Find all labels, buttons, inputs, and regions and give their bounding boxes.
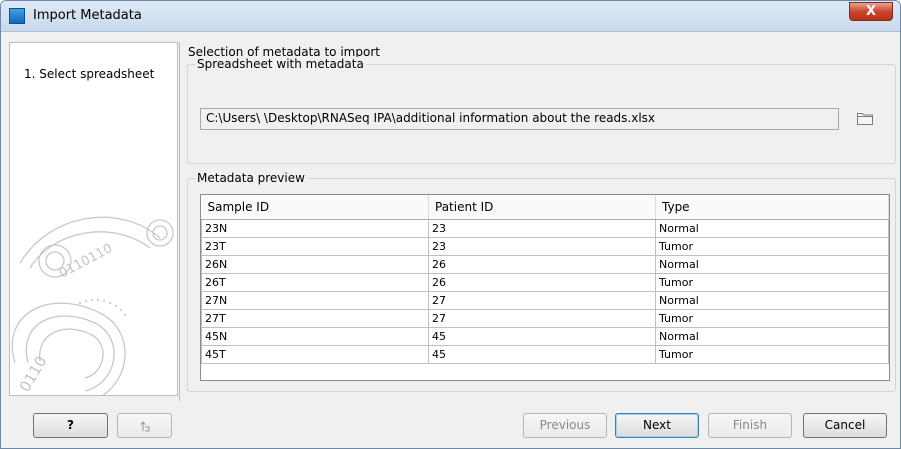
table-row[interactable]: 27T 27 Tumor bbox=[201, 309, 889, 328]
table-cell: Tumor bbox=[655, 309, 889, 328]
table-row[interactable]: 45N 45 Normal bbox=[201, 327, 889, 346]
table-cell: 27 bbox=[428, 291, 656, 310]
metadata-preview-table: Sample ID Patient ID Type 23N 23 Normal … bbox=[200, 194, 890, 381]
table-cell: 23N bbox=[201, 219, 429, 238]
cancel-button[interactable]: Cancel bbox=[803, 413, 887, 438]
table-row[interactable]: 26N 26 Normal bbox=[201, 255, 889, 274]
table-cell: Tumor bbox=[655, 237, 889, 256]
table-cell: 45 bbox=[428, 345, 656, 364]
restore-defaults-button[interactable] bbox=[117, 413, 172, 438]
main-panel: Selection of metadata to import Spreadsh… bbox=[179, 42, 900, 401]
next-button[interactable]: Next bbox=[615, 413, 699, 438]
table-cell: 26 bbox=[428, 255, 656, 274]
table-cell: 45 bbox=[428, 327, 656, 346]
table-row[interactable]: 23N 23 Normal bbox=[201, 219, 889, 238]
table-cell: 23 bbox=[428, 237, 656, 256]
table-row[interactable]: 27N 27 Normal bbox=[201, 291, 889, 310]
table-header-row: Sample ID Patient ID Type bbox=[201, 195, 889, 220]
restore-icon bbox=[140, 421, 150, 432]
help-button[interactable]: ? bbox=[33, 413, 108, 438]
svg-text:0110110: 0110110 bbox=[57, 241, 115, 281]
wizard-steps-panel: 1. Select spreadsheet 0110110 0110 bbox=[9, 42, 178, 396]
folder-icon[interactable] bbox=[856, 110, 874, 126]
app-icon bbox=[9, 8, 25, 24]
metadata-preview-group: Metadata preview Sample ID Patient ID Ty… bbox=[187, 171, 896, 392]
spreadsheet-path-field[interactable]: C:\Users\ \Desktop\RNASeq IPA\additional… bbox=[200, 108, 839, 130]
step-select-spreadsheet: 1. Select spreadsheet bbox=[24, 67, 155, 81]
table-row[interactable]: 23T 23 Tumor bbox=[201, 237, 889, 256]
table-cell: Normal bbox=[655, 327, 889, 346]
table-cell: Tumor bbox=[655, 273, 889, 292]
table-row[interactable]: 26T 26 Tumor bbox=[201, 273, 889, 292]
table-cell: 45N bbox=[201, 327, 429, 346]
window-title: Import Metadata bbox=[33, 8, 142, 23]
table-cell: Normal bbox=[655, 291, 889, 310]
table-cell: 27 bbox=[428, 309, 656, 328]
finish-button[interactable]: Finish bbox=[708, 413, 792, 438]
column-header-type[interactable]: Type bbox=[655, 195, 889, 220]
column-header-patient-id[interactable]: Patient ID bbox=[428, 195, 656, 220]
close-button[interactable]: X bbox=[849, 2, 893, 21]
table-row[interactable]: 45T 45 Tumor bbox=[201, 345, 889, 364]
import-metadata-dialog: Import Metadata X 1. Select spreadsheet … bbox=[0, 0, 901, 449]
svg-text:0110: 0110 bbox=[16, 353, 51, 395]
table-cell: 26 bbox=[428, 273, 656, 292]
table-cell: Normal bbox=[655, 219, 889, 238]
title-bar[interactable]: Import Metadata X bbox=[1, 1, 900, 32]
spreadsheet-group-label: Spreadsheet with metadata bbox=[195, 57, 366, 71]
previous-button[interactable]: Previous bbox=[523, 413, 607, 438]
table-cell: Normal bbox=[655, 255, 889, 274]
spreadsheet-group: Spreadsheet with metadata C:\Users\ \Des… bbox=[187, 57, 896, 164]
table-cell: Tumor bbox=[655, 345, 889, 364]
table-cell: 26T bbox=[201, 273, 429, 292]
table-cell: 27N bbox=[201, 291, 429, 310]
metadata-preview-label: Metadata preview bbox=[195, 171, 307, 185]
decorative-spiral-logo-icon: 0110110 0110 bbox=[11, 216, 174, 395]
column-header-sample-id[interactable]: Sample ID bbox=[201, 195, 429, 220]
table-cell: 45T bbox=[201, 345, 429, 364]
table-cell: 26N bbox=[201, 255, 429, 274]
table-cell: 27T bbox=[201, 309, 429, 328]
dialog-footer: ? Previous Next Finish Cancel bbox=[1, 401, 900, 448]
table-cell: 23 bbox=[428, 219, 656, 238]
table-cell: 23T bbox=[201, 237, 429, 256]
